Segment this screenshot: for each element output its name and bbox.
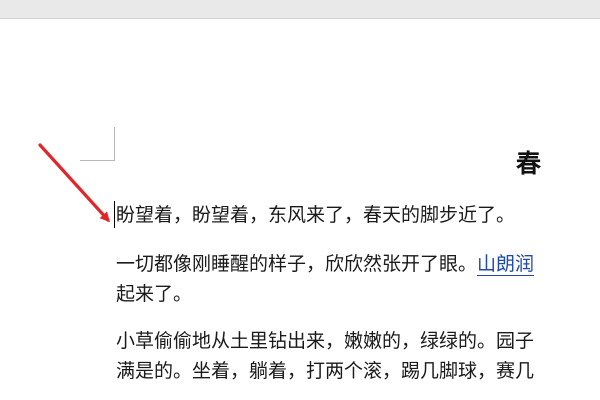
paragraph-3-line-1[interactable]: 小草偷偷地从土里钻出来，嫩嫩的，绿绿的。园子 (116, 327, 534, 355)
paragraph-3-line-2[interactable]: 满是的。坐着，躺着，打两个滚，踢几脚球，赛几 (116, 357, 534, 385)
text-cursor (114, 201, 115, 228)
toolbar-strip (0, 0, 600, 19)
page-margin-marker (80, 127, 115, 161)
paragraph-1[interactable]: 盼望着，盼望着，东风来了，春天的脚步近了。 (116, 201, 515, 229)
paragraph-2-text: 一切都像刚睡醒的样子，欣欣然张开了眼。 (116, 253, 478, 275)
paragraph-2-line-2[interactable]: 起来了。 (116, 280, 192, 308)
paragraph-2-line-1[interactable]: 一切都像刚睡醒的样子，欣欣然张开了眼。山朗润 (116, 250, 535, 278)
word-processor-window: 春 盼望着，盼望着，东风来了，春天的脚步近了。 一切都像刚睡醒的样子，欣欣然张开… (0, 0, 600, 400)
underlined-text[interactable]: 山朗润 (477, 253, 535, 276)
document-title: 春 (516, 149, 542, 178)
